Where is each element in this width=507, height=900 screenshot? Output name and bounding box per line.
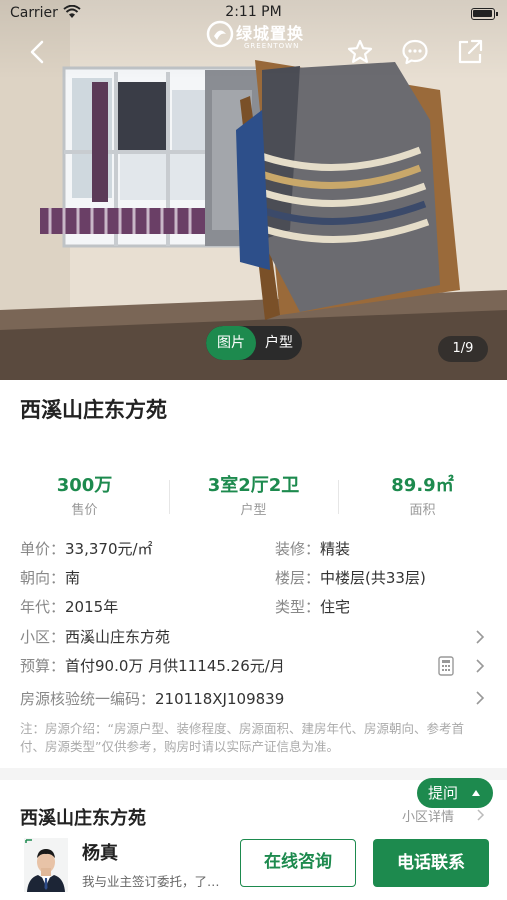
detail-unit-price: 单价：33,370元/㎡	[20, 538, 153, 559]
share-icon	[458, 39, 483, 64]
detail-key: 装修：	[275, 540, 321, 558]
calculator-icon[interactable]	[438, 656, 454, 676]
tab-photos[interactable]: 图片	[206, 326, 256, 360]
ask-question-button[interactable]: 提问	[417, 778, 493, 808]
detail-key: 类型：	[275, 598, 321, 616]
detail-value: 33,370元/㎡	[65, 540, 153, 558]
chat-bubble-icon	[402, 39, 428, 65]
message-button[interactable]	[399, 36, 431, 68]
agent-name: 杨真	[82, 843, 118, 864]
detail-key: 小区：	[20, 628, 66, 646]
stat-area-value: 89.9㎡	[391, 475, 454, 496]
brand-name-en: GREENTOWN	[244, 42, 300, 50]
chevron-right-icon	[476, 659, 485, 673]
detail-key: 预算：	[20, 657, 66, 675]
detail-value: 西溪山庄东方苑	[65, 628, 171, 646]
disclaimer-note: 注：房源介绍：“房源户型、装修程度、房源面积、建房年代、房源朝向、参考首付、房源…	[20, 721, 464, 754]
stat-layout-label: 户型	[240, 503, 267, 518]
detail-verify-code-row[interactable]: 房源核验统一编码：210118XJ109839	[20, 688, 284, 709]
detail-key: 房源核验统一编码：	[20, 690, 156, 708]
ask-question-label: 提问	[428, 784, 459, 802]
brand-logo: 绿城置换 GREENTOWN	[206, 16, 306, 50]
brand-mark-icon	[206, 20, 234, 48]
detail-value: 210118XJ109839	[155, 690, 285, 708]
chevron-left-icon	[30, 40, 44, 64]
detail-year: 年代：2015年	[20, 596, 118, 617]
back-button[interactable]	[22, 36, 54, 68]
stat-price: 300万 售价	[0, 474, 169, 518]
detail-key: 朝向：	[20, 569, 66, 587]
chevron-right-icon	[476, 630, 485, 644]
caret-up-icon	[472, 790, 480, 796]
detail-decoration: 装修：精装	[275, 538, 350, 559]
chevron-right-icon	[476, 691, 485, 705]
detail-budget-row[interactable]: 预算：首付90.0万 月供11145.26元/月	[20, 655, 285, 676]
detail-type: 类型：住宅	[275, 596, 350, 617]
favorite-button[interactable]	[344, 36, 376, 68]
chevron-right-icon	[477, 809, 485, 821]
detail-value: 中楼层(共33层)	[320, 569, 426, 587]
community-section-title: 西溪山庄东方苑	[20, 808, 146, 829]
tab-floorplan[interactable]: 户型	[258, 326, 300, 360]
stat-layout-value: 3室2厅2卫	[207, 475, 300, 496]
agent-description: 我与业主签订委托，了…	[82, 874, 220, 889]
detail-value: 住宅	[320, 598, 351, 616]
agent-avatar[interactable]	[24, 838, 68, 892]
stat-price-label: 售价	[71, 503, 98, 518]
detail-key: 单价：	[20, 540, 66, 558]
community-detail-link[interactable]: 小区详情	[402, 806, 454, 825]
star-icon	[347, 39, 373, 63]
stat-area: 89.9㎡ 面积	[338, 474, 507, 518]
detail-community-row[interactable]: 小区：西溪山庄东方苑	[20, 626, 170, 647]
listing-title: 西溪山庄东方苑	[20, 398, 167, 422]
detail-key: 楼层：	[275, 569, 321, 587]
detail-value: 2015年	[65, 598, 119, 616]
detail-value: 首付90.0万 月供11145.26元/月	[65, 657, 285, 675]
brand-name-cn: 绿城置换	[236, 24, 305, 43]
phone-call-button[interactable]: 电话联系	[373, 839, 489, 887]
stat-layout: 3室2厅2卫 户型	[169, 474, 338, 518]
detail-key: 年代：	[20, 598, 66, 616]
detail-value: 精装	[320, 540, 351, 558]
gallery-mode-toggle[interactable]: 图片 户型	[206, 326, 302, 360]
detail-floor: 楼层：中楼层(共33层)	[275, 567, 426, 588]
key-stats: 300万 售价 3室2厅2卫 户型 89.9㎡ 面积	[0, 474, 507, 524]
detail-orientation: 朝向：南	[20, 567, 80, 588]
online-consult-button[interactable]: 在线咨询	[240, 839, 356, 887]
stat-area-label: 面积	[409, 503, 436, 518]
battery-icon	[471, 8, 498, 20]
photo-counter: 1/9	[438, 336, 488, 362]
share-button[interactable]	[454, 36, 486, 68]
detail-value: 南	[65, 569, 81, 587]
photo-gallery[interactable]: Carrier 2:11 PM 绿城置换 GREENTOWN 图片 户型 1/9	[0, 0, 507, 380]
stat-price-value: 300万	[56, 475, 113, 496]
contact-bar: 杨真 我与业主签订委托，了… 在线咨询 电话联系	[0, 828, 507, 900]
